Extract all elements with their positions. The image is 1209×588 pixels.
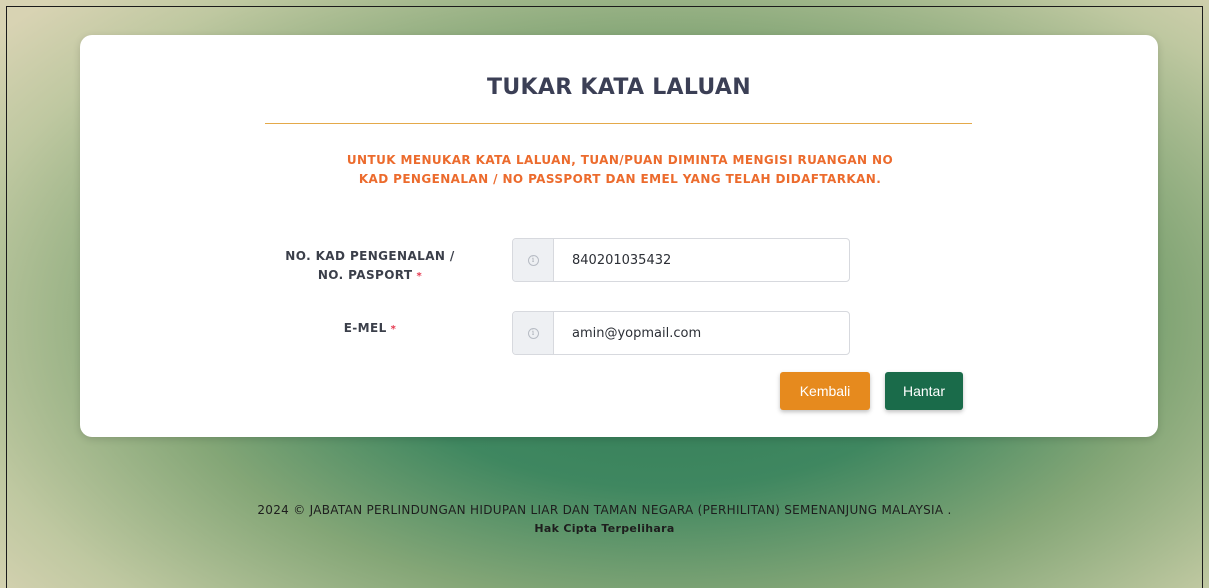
info-circle-icon: i — [527, 327, 539, 339]
ic-label-line1: NO. KAD PENGENALAN / — [285, 249, 455, 263]
email-input[interactable] — [554, 312, 849, 354]
email-label-text: E-MEL — [343, 321, 387, 335]
back-button[interactable]: Kembali — [780, 372, 870, 410]
footer-rights: Hak Cipta Terpelihara — [534, 522, 675, 535]
instruction-text: UNTUK MENUKAR KATA LALUAN, TUAN/PUAN DIM… — [346, 153, 894, 186]
required-marker: * — [416, 271, 423, 282]
ic-label-line2-wrap: NO. PASPORT * — [260, 266, 480, 286]
footer: 2024 © JABATAN PERLINDUNGAN HIDUPAN LIAR… — [0, 500, 1209, 538]
info-circle-icon: i — [527, 254, 539, 266]
ic-passport-input[interactable] — [554, 239, 849, 281]
ic-passport-label: NO. KAD PENGENALAN / NO. PASPORT * — [260, 247, 480, 286]
ic-input-addon: i — [513, 239, 554, 281]
email-label: E-MEL * — [260, 319, 480, 339]
change-password-card: TUKAR KATA LALUAN UNTUK MENUKAR KATA LAL… — [80, 35, 1158, 437]
email-input-addon: i — [513, 312, 554, 354]
required-marker: * — [390, 324, 397, 335]
page-title: TUKAR KATA LALUAN — [487, 75, 751, 100]
title-divider — [265, 123, 972, 124]
submit-button[interactable]: Hantar — [885, 372, 963, 410]
ic-label-line2: NO. PASPORT — [317, 268, 413, 282]
ic-input-group: i — [512, 238, 850, 282]
footer-copyright: 2024 © JABATAN PERLINDUNGAN HIDUPAN LIAR… — [257, 503, 952, 517]
email-input-group: i — [512, 311, 850, 355]
